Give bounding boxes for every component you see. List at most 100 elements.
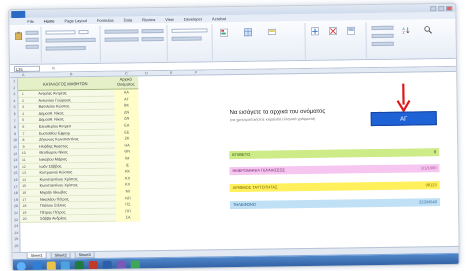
row-number[interactable]: 25 bbox=[12, 237, 20, 241]
name-box[interactable]: L25 bbox=[13, 65, 41, 73]
surname-value: 0 bbox=[433, 149, 437, 155]
row-number[interactable]: 9 bbox=[11, 132, 19, 136]
insert-cells-icon[interactable] bbox=[310, 27, 319, 36]
media-icon[interactable] bbox=[60, 261, 70, 271]
minimize-icon[interactable] bbox=[430, 5, 437, 11]
worksheet-grid[interactable]: A B C D E F 1 2 3 4 5 6 7 8 9 10 11 12 13 14 15 16 17 18 1… bbox=[10, 66, 459, 253]
delete-cells-icon[interactable] bbox=[328, 27, 337, 36]
app-taskbar-icon[interactable] bbox=[88, 260, 98, 271]
font-group bbox=[42, 25, 101, 63]
row-number[interactable]: 11 bbox=[11, 145, 19, 149]
tab-page-layout[interactable]: Page Layout bbox=[64, 18, 87, 23]
format-as-table-icon[interactable] bbox=[243, 28, 252, 37]
autosum-button[interactable] bbox=[371, 25, 394, 31]
column-header[interactable]: D bbox=[145, 71, 148, 75]
row-number[interactable]: 20 bbox=[12, 204, 20, 208]
row-number[interactable]: 18 bbox=[12, 191, 20, 195]
list-item-number: 11 bbox=[21, 157, 26, 162]
column-header[interactable]: F bbox=[195, 71, 197, 75]
phone-value: 22334540 bbox=[419, 199, 437, 205]
student-list: ΚΑΤΑΛΟΓΟΣ ΜΑΘΗΤΩΝ Αρχικά Ονόματος 1 Αντρέ… bbox=[18, 76, 141, 252]
tab-developer[interactable]: Developer bbox=[184, 16, 202, 21]
conditional-formatting-icon[interactable] bbox=[219, 28, 228, 37]
list-item-number: 15 bbox=[22, 184, 27, 189]
list-item-number: 6 bbox=[22, 124, 25, 129]
font-color-buttons[interactable] bbox=[45, 46, 86, 51]
row-number[interactable]: 21 bbox=[12, 211, 20, 215]
row-number[interactable]: 26 bbox=[12, 244, 20, 248]
fx-icon[interactable]: fx bbox=[52, 65, 55, 70]
initials-input[interactable]: ΑΓ bbox=[370, 111, 437, 127]
list-item-number: 13 bbox=[22, 171, 26, 176]
row-number[interactable]: 7 bbox=[11, 119, 19, 123]
row-number[interactable]: 12 bbox=[11, 152, 19, 156]
row-number[interactable]: 3 bbox=[10, 92, 18, 96]
surname-field: ΕΠΙΘΕΤΟ 0 bbox=[229, 148, 440, 160]
wrap-text-button[interactable] bbox=[141, 28, 164, 34]
tab-acrobat[interactable]: Acrobat bbox=[212, 16, 226, 21]
tab-file[interactable]: File bbox=[27, 19, 34, 24]
word-taskbar-icon[interactable] bbox=[102, 260, 112, 270]
column-header[interactable]: A bbox=[22, 73, 24, 77]
row-number[interactable]: 19 bbox=[12, 198, 20, 202]
list-item-name: Πέτρου Πέτρος bbox=[40, 210, 66, 215]
row-number[interactable]: 14 bbox=[11, 165, 19, 169]
row-number[interactable]: 8 bbox=[11, 125, 19, 129]
list-item-name: Κωνσταντίνου Χρίστος bbox=[39, 183, 78, 189]
list-item-number: 20 bbox=[22, 217, 27, 222]
cut-button[interactable] bbox=[25, 30, 39, 35]
svg-text:Z: Z bbox=[402, 31, 405, 35]
column-header[interactable]: E bbox=[170, 71, 172, 75]
number-format-buttons[interactable] bbox=[171, 36, 202, 41]
find-select-icon[interactable] bbox=[423, 25, 432, 34]
align-horizontal-buttons[interactable] bbox=[104, 37, 139, 42]
start-button-icon[interactable] bbox=[16, 261, 26, 271]
align-top-buttons[interactable] bbox=[104, 29, 139, 34]
paste-icon[interactable] bbox=[14, 31, 23, 41]
row-number[interactable]: 2 bbox=[10, 86, 18, 90]
row-number[interactable]: 23 bbox=[12, 224, 20, 228]
list-item-number: 4 bbox=[22, 111, 25, 116]
close-icon[interactable] bbox=[446, 5, 453, 11]
list-item[interactable]: 20 Σάββα Ανδρέας ΣΑ bbox=[20, 214, 141, 223]
font-name-select[interactable] bbox=[45, 30, 76, 35]
office-button[interactable] bbox=[11, 10, 26, 18]
tab-review[interactable]: Review bbox=[142, 17, 155, 22]
tab-view[interactable]: View bbox=[165, 17, 174, 22]
sort-filter-icon[interactable]: AZ bbox=[401, 26, 410, 35]
row-number[interactable]: 24 bbox=[12, 231, 20, 235]
tab-data[interactable]: Data bbox=[124, 17, 133, 22]
row-number[interactable]: 13 bbox=[11, 158, 19, 162]
column-header[interactable]: C bbox=[125, 71, 128, 75]
maximize-icon[interactable] bbox=[438, 5, 445, 11]
row-number[interactable]: 22 bbox=[12, 218, 20, 222]
app-taskbar-icon-3[interactable] bbox=[130, 260, 140, 270]
format-cells-icon[interactable] bbox=[346, 26, 355, 35]
row-number[interactable]: 17 bbox=[12, 185, 20, 189]
list-item-name: Δημοσθ. Νίκος bbox=[38, 111, 64, 116]
ie-icon[interactable] bbox=[32, 261, 42, 271]
tab-formulas[interactable]: Formulas bbox=[97, 18, 114, 23]
column-header[interactable]: B bbox=[70, 72, 72, 76]
row-number[interactable]: 5 bbox=[11, 105, 19, 109]
row-number[interactable]: 10 bbox=[11, 138, 19, 142]
list-item-name: Δημοσθ. Νίκος bbox=[38, 117, 64, 123]
row-number[interactable]: 15 bbox=[11, 171, 19, 175]
copy-button[interactable] bbox=[25, 37, 39, 42]
font-style-buttons[interactable] bbox=[45, 37, 96, 43]
app-taskbar-icon-2[interactable] bbox=[116, 260, 126, 270]
merge-center-button[interactable] bbox=[141, 36, 164, 42]
cell-styles-icon[interactable] bbox=[267, 27, 276, 36]
fill-button[interactable] bbox=[371, 33, 394, 39]
excel-taskbar-icon[interactable] bbox=[74, 261, 84, 271]
tab-home[interactable]: Home bbox=[44, 18, 55, 23]
row-number[interactable]: 16 bbox=[12, 178, 20, 182]
folder-icon[interactable] bbox=[46, 261, 56, 271]
font-size-select[interactable] bbox=[78, 30, 89, 35]
clear-button[interactable] bbox=[371, 41, 394, 47]
number-format-select[interactable] bbox=[171, 28, 208, 33]
row-number[interactable]: 4 bbox=[10, 99, 18, 103]
row-number[interactable]: 1 bbox=[10, 79, 18, 83]
format-painter-button[interactable] bbox=[25, 44, 39, 49]
row-number[interactable]: 6 bbox=[11, 112, 19, 116]
